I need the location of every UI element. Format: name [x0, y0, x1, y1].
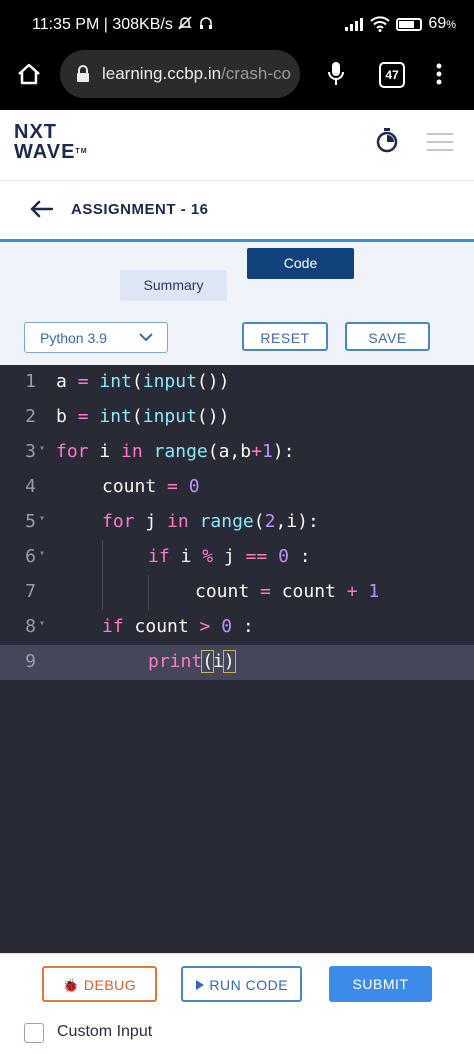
bug-icon: 🐞	[62, 978, 80, 993]
line-number: 4	[25, 476, 36, 497]
mute-bell-icon	[178, 16, 193, 30]
chevron-down-icon	[139, 333, 153, 342]
language-select[interactable]: Python 3.9	[24, 322, 168, 353]
language-value: Python 3.9	[40, 330, 107, 346]
custom-input-checkbox[interactable]	[24, 1023, 44, 1043]
code-line: 8 ▾ if count > 0 :	[0, 610, 474, 645]
line-number: 8	[25, 616, 36, 637]
stopwatch-icon[interactable]	[376, 127, 398, 153]
microphone-icon[interactable]	[327, 61, 345, 87]
fold-arrow-icon[interactable]: ▾	[39, 443, 45, 454]
code-text: if i % j == 0 :	[148, 546, 311, 567]
tab-switcher-button[interactable]: 47	[379, 62, 405, 88]
code-line: 4 count = 0	[0, 470, 474, 505]
app-header: NXT WAVETM	[0, 110, 474, 181]
code-line-active: 9 print(i)	[0, 645, 474, 680]
wifi-icon	[370, 16, 391, 32]
url-text: learning.ccbp.in/crash-co	[102, 64, 291, 83]
headphones-icon	[199, 17, 212, 29]
page-title: ASSIGNMENT - 16	[71, 201, 209, 218]
debug-label: DEBUG	[83, 977, 137, 993]
status-bar: 11:35 PM | 308KB/s 69%	[0, 0, 474, 50]
network-speed: 308KB/s	[112, 16, 173, 33]
home-icon[interactable]	[17, 63, 41, 85]
url-bar[interactable]: learning.ccbp.in/crash-co	[60, 50, 300, 98]
code-text: if count > 0 :	[102, 616, 254, 637]
bottom-toolbar: 🐞 DEBUG RUN CODE SUBMIT Custom Input	[0, 953, 474, 1054]
play-icon	[195, 980, 204, 990]
clock-text: 11:35 PM	[32, 16, 100, 33]
line-number: 6	[25, 546, 36, 567]
status-time: 11:35 PM | 308KB/s	[32, 15, 214, 34]
assignment-title-bar: ASSIGNMENT - 16	[0, 181, 474, 242]
signal-icon	[345, 18, 364, 31]
fold-arrow-icon[interactable]: ▾	[39, 513, 45, 524]
code-line: 2 b = int(input())	[0, 400, 474, 435]
code-line: 5 ▾ for j in range(2,i):	[0, 505, 474, 540]
code-text: print(i)	[148, 650, 236, 673]
fold-arrow-icon[interactable]: ▾	[39, 548, 45, 559]
code-text: a = int(input())	[56, 371, 230, 392]
back-arrow-icon[interactable]	[29, 200, 53, 218]
browser-toolbar: learning.ccbp.in/crash-co 47	[0, 50, 474, 110]
editor-controls: Summary Code Python 3.9 RESET SAVE	[0, 242, 474, 365]
debug-button[interactable]: 🐞 DEBUG	[42, 966, 157, 1002]
line-number: 9	[25, 651, 36, 672]
custom-input-label[interactable]: Custom Input	[57, 1023, 152, 1041]
save-button[interactable]: SAVE	[345, 322, 430, 351]
tab-summary[interactable]: Summary	[120, 270, 227, 301]
code-text: for j in range(2,i):	[102, 511, 319, 532]
more-menu-icon[interactable]	[435, 63, 443, 85]
code-line: 7 count = count + 1	[0, 575, 474, 610]
code-line: 3 ▾ for i in range(a,b+1):	[0, 435, 474, 470]
line-number: 7	[25, 581, 36, 602]
code-text: count = 0	[102, 476, 200, 497]
code-text: count = count + 1	[195, 581, 380, 602]
reset-button[interactable]: RESET	[242, 322, 328, 351]
run-code-button[interactable]: RUN CODE	[181, 966, 302, 1002]
line-number: 1	[25, 371, 36, 392]
battery-level: 69%	[428, 15, 456, 32]
battery-icon	[396, 17, 423, 31]
code-line: 1 a = int(input())	[0, 365, 474, 400]
line-number: 2	[25, 406, 36, 427]
lock-icon	[77, 65, 89, 82]
code-line: 6 ▾ if i % j == 0 :	[0, 540, 474, 575]
code-text: b = int(input())	[56, 406, 230, 427]
submit-button[interactable]: SUBMIT	[329, 966, 432, 1002]
hamburger-menu-icon[interactable]	[427, 133, 453, 151]
tab-code[interactable]: Code	[247, 248, 354, 279]
fold-arrow-icon[interactable]: ▾	[39, 618, 45, 629]
code-text: for i in range(a,b+1):	[56, 441, 295, 462]
nxtwave-logo[interactable]: NXT WAVETM	[14, 122, 88, 162]
run-code-label: RUN CODE	[209, 977, 289, 993]
code-editor[interactable]: 1 a = int(input()) 2 b = int(input()) 3 …	[0, 365, 474, 953]
line-number: 5	[25, 511, 36, 532]
line-number: 3	[25, 441, 36, 462]
